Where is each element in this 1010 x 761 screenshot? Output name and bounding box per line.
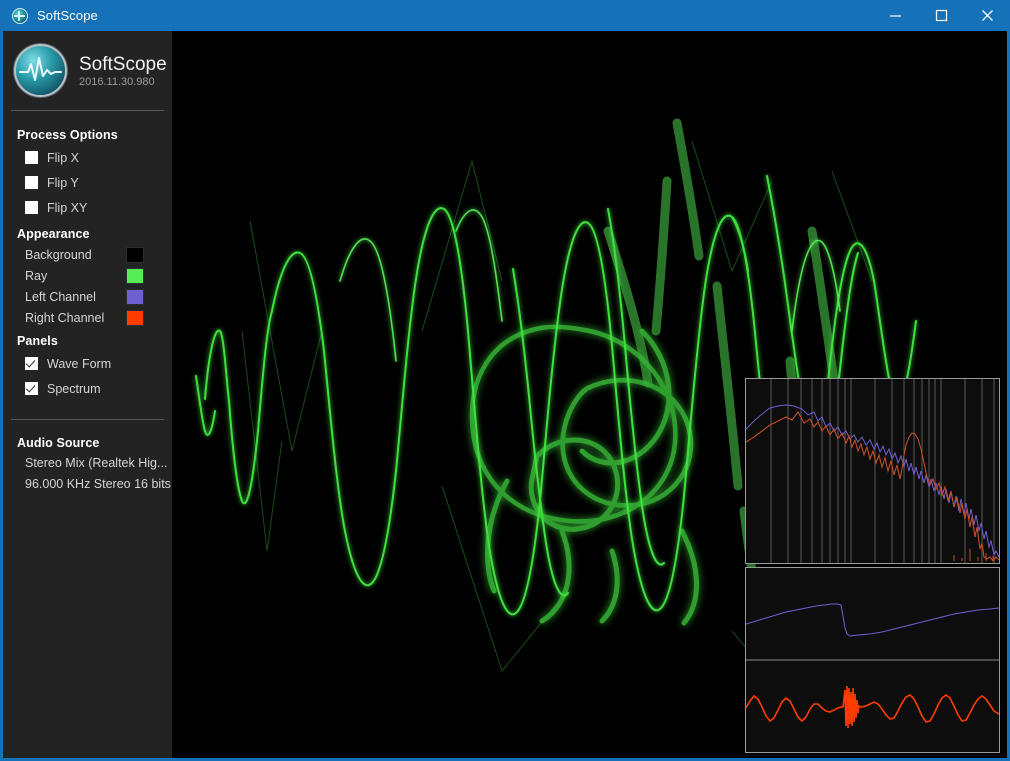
window-controls: [872, 0, 1010, 31]
label-spectrum: Spectrum: [47, 381, 101, 396]
spectrum-chart: [746, 379, 999, 563]
brand-text: SoftScope 2016.11.30.980: [79, 54, 167, 88]
label-wave-form: Wave Form: [47, 356, 112, 371]
window-body: SoftScope 2016.11.30.980 Process Options…: [3, 31, 1007, 758]
checkbox-row-flip-xy[interactable]: Flip XY: [3, 195, 172, 220]
color-row-background[interactable]: Background: [3, 244, 172, 265]
checkbox-row-spectrum[interactable]: Spectrum: [3, 376, 172, 401]
audio-source-device[interactable]: Stereo Mix (Realtek Hig...: [3, 453, 172, 474]
label-flip-xy: Flip XY: [47, 200, 88, 215]
group-title-panels: Panels: [17, 334, 58, 348]
ekg-circle-logo-icon: [14, 44, 67, 97]
checkbox-row-wave-form[interactable]: Wave Form: [3, 351, 172, 376]
swatch-left-channel[interactable]: [126, 288, 144, 305]
color-row-right-channel[interactable]: Right Channel: [3, 307, 172, 328]
brand-header: SoftScope 2016.11.30.980: [3, 31, 172, 110]
label-ray: Ray: [25, 268, 48, 283]
checkbox-wave-form[interactable]: [25, 357, 38, 370]
label-right-channel: Right Channel: [25, 310, 105, 325]
scope-icon: [12, 7, 28, 24]
label-flip-y: Flip Y: [47, 175, 79, 190]
window-title: SoftScope: [37, 8, 98, 23]
checkbox-row-flip-y[interactable]: Flip Y: [3, 170, 172, 195]
close-button[interactable]: [964, 0, 1010, 31]
swatch-right-channel[interactable]: [126, 309, 144, 326]
swatch-background[interactable]: [126, 246, 144, 263]
waveform-panel[interactable]: [745, 567, 1000, 753]
group-title-appearance: Appearance: [17, 227, 90, 241]
audio-source-format: 96.000 KHz Stereo 16 bits: [25, 477, 171, 491]
brand-name: SoftScope: [79, 53, 167, 75]
color-row-ray[interactable]: Ray: [3, 265, 172, 286]
label-background: Background: [25, 247, 92, 262]
label-flip-x: Flip X: [47, 150, 79, 165]
app-window: SoftScope SoftScope 2016.11.30.980 Proce…: [0, 0, 1010, 761]
scope-display[interactable]: [172, 31, 1007, 758]
maximize-button[interactable]: [918, 0, 964, 31]
audio-source-section: Audio Source Stereo Mix (Realtek Hig... …: [3, 420, 172, 495]
sidebar: SoftScope 2016.11.30.980 Process Options…: [3, 31, 172, 758]
brand-version: 2016.11.30.980: [79, 75, 155, 88]
label-left-channel: Left Channel: [25, 289, 96, 304]
waveform-chart: [746, 568, 999, 752]
checkbox-flip-xy[interactable]: [25, 201, 38, 214]
spectrum-panel[interactable]: [745, 378, 1000, 564]
checkbox-spectrum[interactable]: [25, 382, 38, 395]
minimize-button[interactable]: [872, 0, 918, 31]
checkbox-flip-x[interactable]: [25, 151, 38, 164]
group-title-process-options: Process Options: [17, 128, 118, 142]
title-bar: SoftScope: [0, 0, 1010, 31]
color-row-left-channel[interactable]: Left Channel: [3, 286, 172, 307]
checkbox-flip-y[interactable]: [25, 176, 38, 189]
checkbox-row-flip-x[interactable]: Flip X: [3, 145, 172, 170]
group-title-audio-source: Audio Source: [17, 436, 100, 450]
swatch-ray[interactable]: [126, 267, 144, 284]
